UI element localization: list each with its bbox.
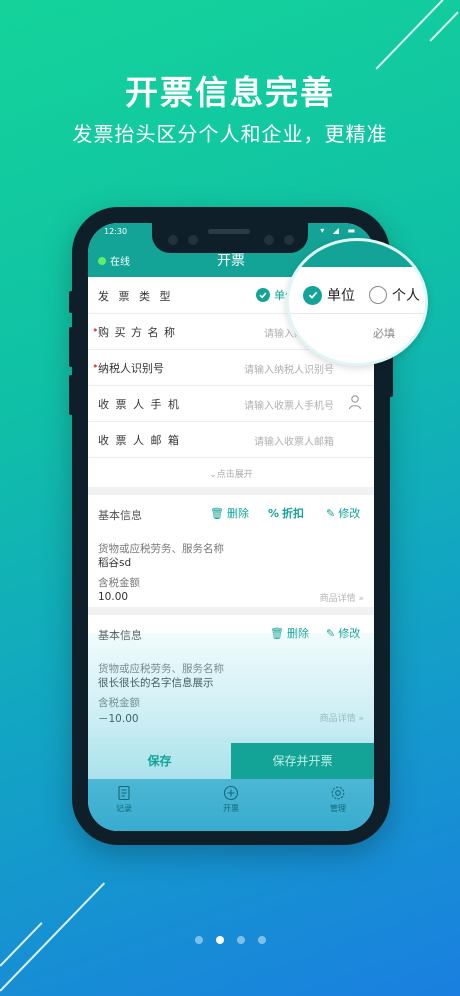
item-name-value: 稻谷sd [98, 557, 132, 569]
double-chevron-right-icon: » [358, 714, 364, 724]
email-row: 收 票 人 邮 箱 请输入收票人邮箱 [88, 421, 374, 458]
tab-manage[interactable]: 管理 [308, 785, 368, 814]
discount-button[interactable]: % 折扣 [268, 505, 304, 521]
edit-button[interactable]: ✎ 修改 [326, 625, 360, 641]
email-input[interactable]: 请输入收票人邮箱 [254, 433, 334, 448]
item-section-label: 基本信息 [98, 509, 142, 522]
decorative-line [0, 922, 43, 967]
edit-button[interactable]: ✎ 修改 [326, 505, 360, 521]
magnifier-personal-option[interactable]: 个人 [369, 285, 420, 305]
tax-id-input[interactable]: 请输入纳税人识别号 [244, 361, 334, 376]
phone-row: 收 票 人 手 机 请输入收票人手机号 [88, 385, 374, 422]
hero-title: 开票信息完善 [125, 73, 335, 112]
camera-icon [188, 235, 198, 245]
required-hint: 必填 [373, 327, 395, 340]
tax-id-label: 纳税人识别号 [98, 362, 164, 375]
gear-icon [331, 786, 345, 800]
tab-records[interactable]: 记录 [94, 785, 154, 814]
item-card: 基本信息 🗑 删除 % 折扣 ✎ 修改 货物或应税劳务、服务名称 稻谷sd 含税金额 … [88, 495, 374, 607]
page-dot[interactable] [236, 936, 245, 944]
item-name-value: 很长很长的名字信息展示 [98, 677, 214, 689]
item-amount-label: 含税金额 [98, 697, 140, 709]
plus-circle-icon [223, 785, 239, 801]
tab-label: 开票 [223, 804, 239, 813]
check-icon [256, 288, 270, 302]
phone-label: 收 票 人 手 机 [98, 398, 181, 411]
phone-side-button [69, 375, 73, 415]
camera-icon [168, 235, 178, 245]
item-detail-link[interactable]: 商品详情 » [320, 711, 364, 724]
status-time: 12:30 [104, 227, 128, 236]
item-amount-label: 含税金额 [98, 577, 140, 589]
tab-label: 记录 [116, 804, 132, 813]
tab-label: 管理 [330, 804, 346, 813]
magnifier-company-option[interactable]: 单位 [303, 285, 355, 305]
delete-button[interactable]: 🗑 删除 [270, 625, 309, 641]
contact-person-icon[interactable] [348, 394, 362, 410]
tab-issue[interactable]: 开票 [201, 785, 261, 814]
document-icon [118, 785, 130, 801]
page-dot[interactable] [257, 936, 266, 944]
save-button[interactable]: 保存 [88, 743, 231, 779]
item-name-label: 货物或应税劳务、服务名称 [98, 543, 224, 555]
divider [88, 487, 374, 495]
speaker [208, 229, 250, 234]
trash-icon: 🗑 [210, 506, 224, 520]
pencil-icon: ✎ [326, 626, 336, 640]
page-dot[interactable] [194, 936, 203, 944]
hero-subtitle: 发票抬头区分个人和企业，更精准 [72, 122, 388, 146]
tab-bar: 记录 开票 管理 [88, 779, 374, 831]
check-icon [303, 285, 322, 305]
trash-icon: 🗑 [270, 626, 284, 640]
invoice-type-label: 发 票 类 型 [98, 290, 174, 303]
radio-empty-icon [369, 286, 387, 304]
item-section-label: 基本信息 [98, 629, 142, 642]
chevron-down-icon: ⌄ [209, 470, 217, 480]
double-chevron-right-icon: » [358, 594, 364, 604]
percent-icon: % [268, 506, 280, 520]
expand-toggle[interactable]: ⌄点击展开 [88, 467, 374, 480]
save-and-issue-button[interactable]: 保存并开票 [231, 743, 374, 779]
buyer-name-label: 购 买 方 名 称 [98, 326, 176, 339]
status-icons: ▾ ◢ ▬ [320, 226, 358, 235]
phone-side-button [69, 327, 73, 367]
item-detail-link[interactable]: 商品详情 » [320, 591, 364, 604]
delete-button[interactable]: 🗑 删除 [210, 505, 249, 521]
phone-input[interactable]: 请输入收票人手机号 [244, 397, 334, 412]
action-bar: 保存 保存并开票 [88, 743, 374, 779]
phone-notch [152, 223, 308, 253]
email-label: 收 票 人 邮 箱 [98, 434, 181, 447]
decorative-line [429, 11, 459, 42]
item-name-label: 货物或应税劳务、服务名称 [98, 663, 224, 675]
expand-label: 点击展开 [216, 470, 253, 480]
item-amount-value: 10.00 [98, 591, 129, 603]
magnifier-callout: 单位 个人 必填 [286, 238, 428, 366]
phone-side-button [69, 291, 73, 313]
item-card: 基本信息 🗑 删除 ✎ 修改 货物或应税劳务、服务名称 很长很长的名字信息展示 含税… [88, 615, 374, 743]
page-indicator [0, 936, 460, 944]
item-amount-value: －10.00 [98, 713, 139, 725]
divider [88, 607, 374, 615]
camera-icon [284, 235, 294, 245]
page-dot-active[interactable] [215, 936, 224, 944]
pencil-icon: ✎ [326, 506, 336, 520]
camera-icon [264, 235, 274, 245]
magnifier-header-strip [289, 241, 425, 267]
